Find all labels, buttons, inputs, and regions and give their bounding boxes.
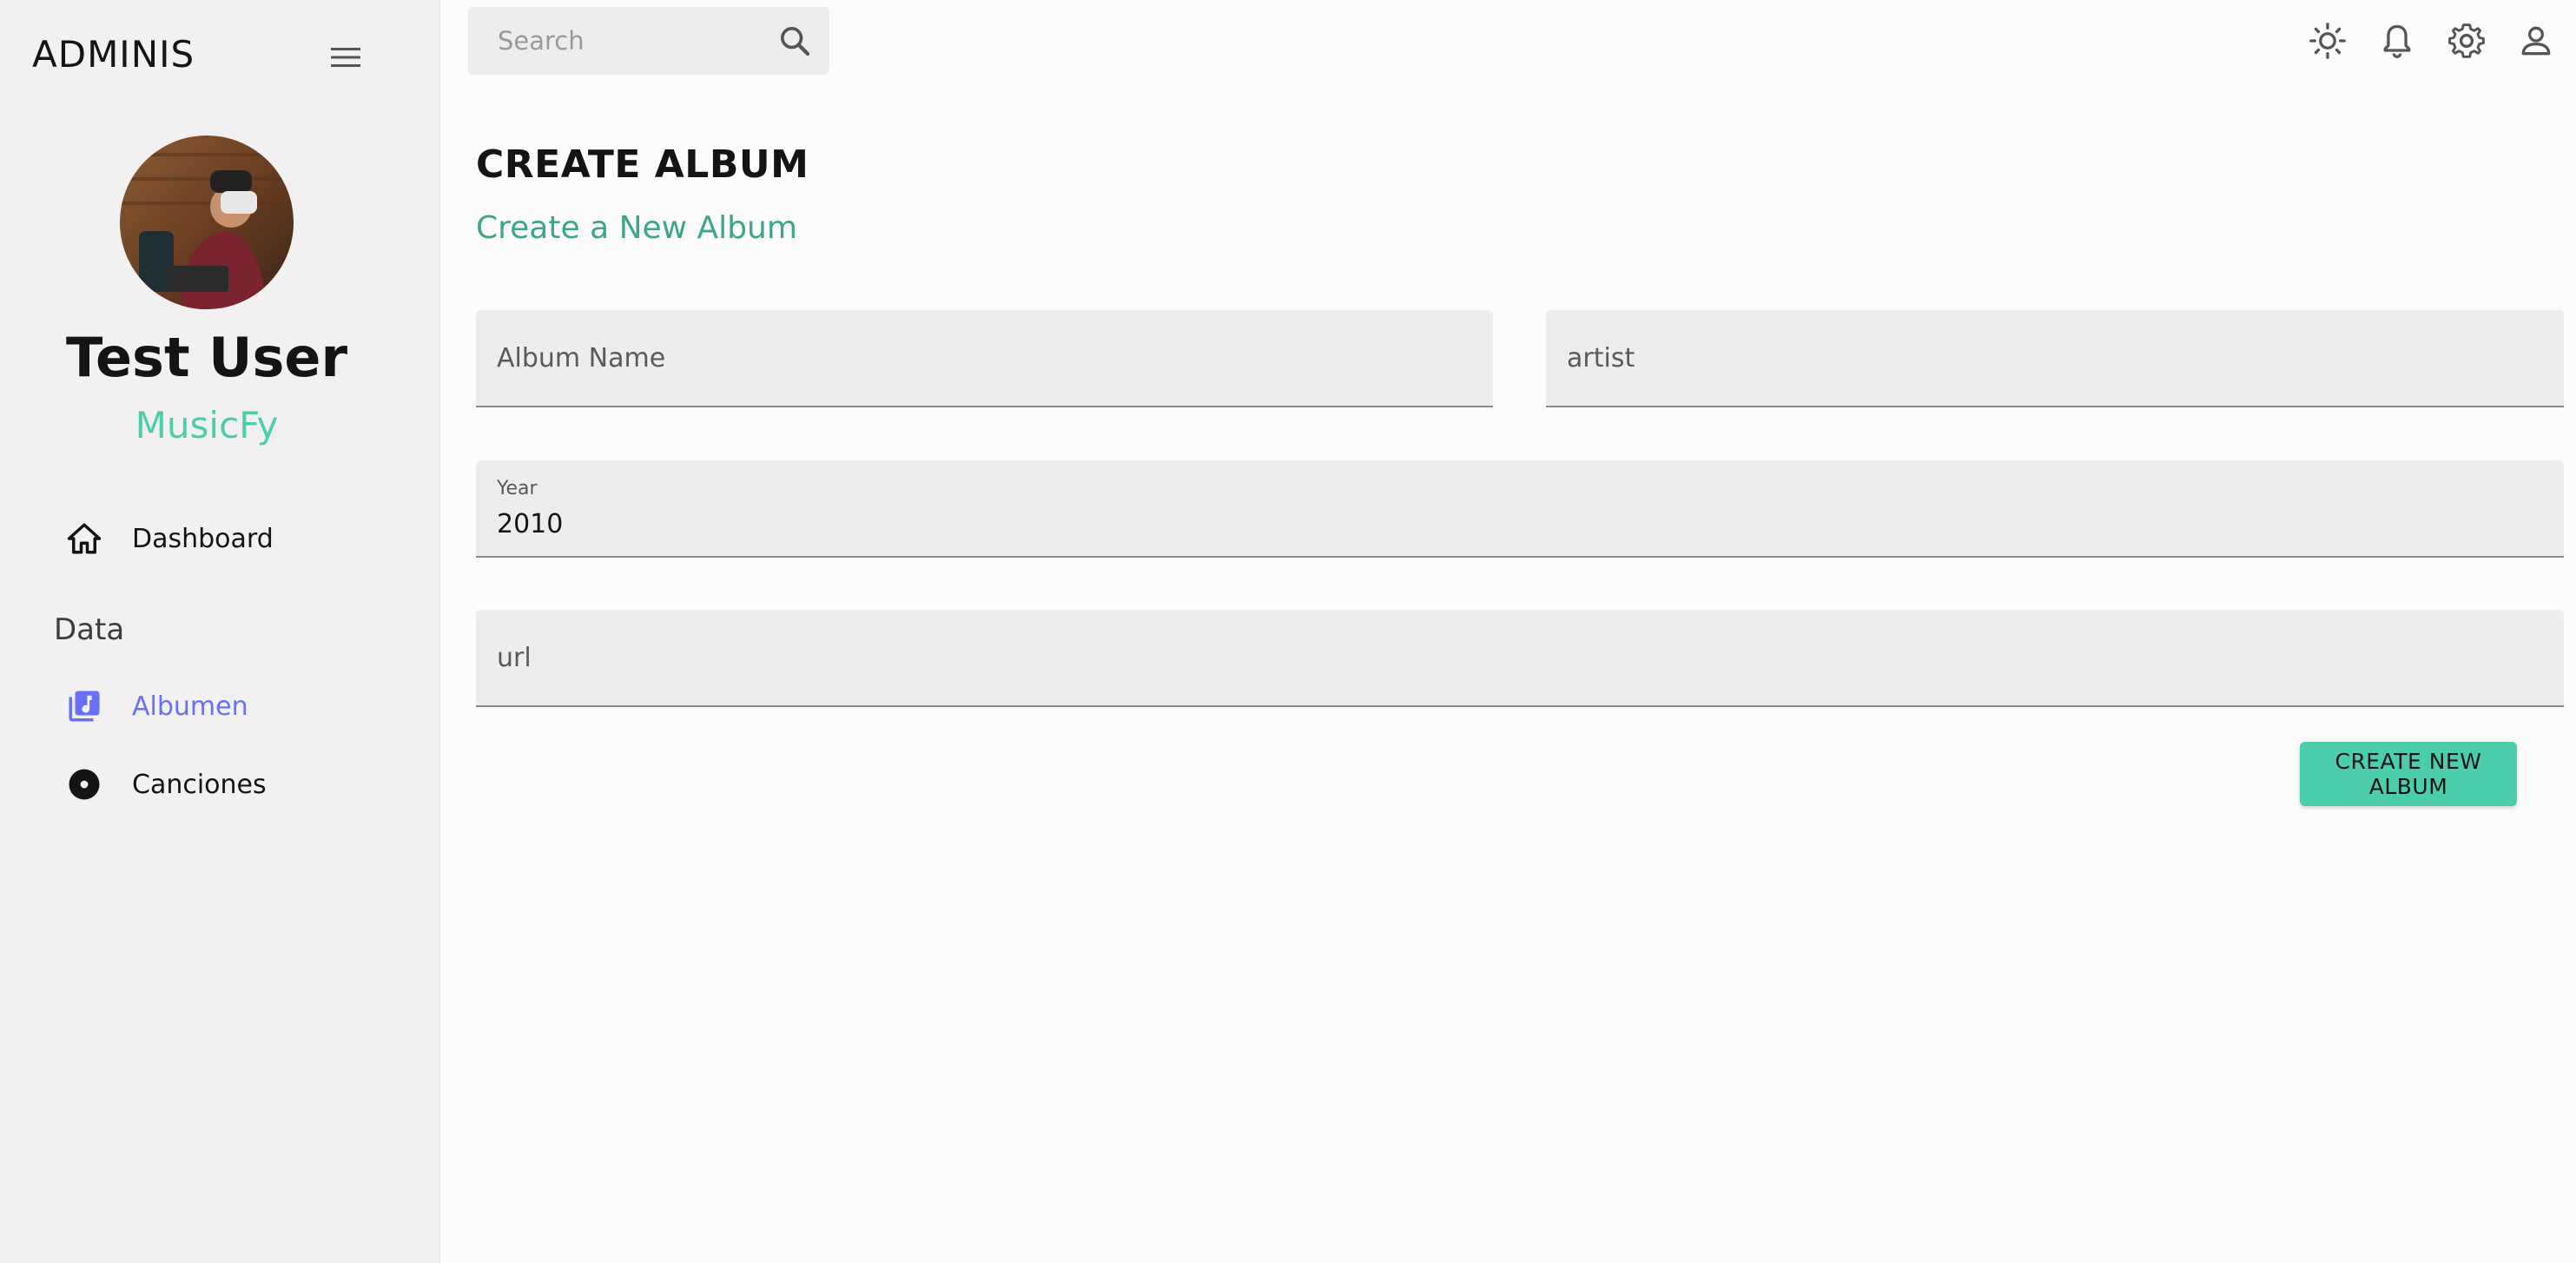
sidebar-item-label: Albumen bbox=[132, 691, 248, 722]
artist-field[interactable]: artist bbox=[1546, 310, 2564, 407]
notifications-button[interactable] bbox=[2375, 19, 2419, 63]
app-brand: ADMINIS bbox=[32, 33, 195, 76]
year-field[interactable]: Year 2010 bbox=[476, 460, 2564, 558]
settings-icon bbox=[2448, 23, 2485, 58]
url-placeholder: url bbox=[497, 643, 532, 673]
sidebar-section-label: Data bbox=[54, 612, 125, 647]
menu-toggle-button[interactable] bbox=[324, 38, 367, 76]
page-subtitle: Create a New Album bbox=[476, 210, 797, 246]
sidebar-item-canciones[interactable]: Canciones bbox=[64, 758, 267, 810]
profile-button[interactable] bbox=[2514, 19, 2558, 63]
light-mode-icon bbox=[2309, 23, 2346, 59]
url-field[interactable]: url bbox=[476, 610, 2564, 707]
search-icon bbox=[781, 27, 810, 56]
light-mode-button[interactable] bbox=[2306, 19, 2349, 63]
create-album-button[interactable]: CREATE NEW ALBUM bbox=[2300, 742, 2517, 806]
profile-name: Test User bbox=[65, 326, 348, 389]
notifications-icon bbox=[2383, 24, 2411, 58]
search-button[interactable] bbox=[776, 22, 814, 60]
sidebar: ADMINIS Test User MusicFy Dashboard Data… bbox=[0, 0, 440, 1263]
album-name-field[interactable]: Album Name bbox=[476, 310, 1493, 407]
album-name-placeholder: Album Name bbox=[497, 343, 666, 374]
menu-icon bbox=[331, 48, 360, 67]
avatar bbox=[120, 136, 294, 309]
home-icon bbox=[64, 519, 104, 559]
library-music-icon bbox=[64, 686, 104, 726]
year-value: 2010 bbox=[497, 509, 564, 539]
sidebar-item-albumen[interactable]: Albumen bbox=[64, 680, 248, 732]
year-label: Year bbox=[497, 478, 538, 499]
sidebar-item-dashboard[interactable]: Dashboard bbox=[64, 512, 274, 565]
settings-button[interactable] bbox=[2445, 19, 2488, 63]
search-input[interactable] bbox=[496, 25, 756, 56]
artist-placeholder: artist bbox=[1567, 343, 1635, 374]
sidebar-item-label: Dashboard bbox=[132, 523, 274, 554]
sidebar-item-label: Canciones bbox=[132, 769, 267, 800]
page-title: CREATE ALBUM bbox=[476, 142, 809, 187]
profile-role: MusicFy bbox=[135, 404, 279, 446]
search-bar bbox=[468, 7, 829, 75]
album-disc-icon bbox=[64, 764, 104, 804]
person-icon bbox=[2521, 26, 2551, 56]
